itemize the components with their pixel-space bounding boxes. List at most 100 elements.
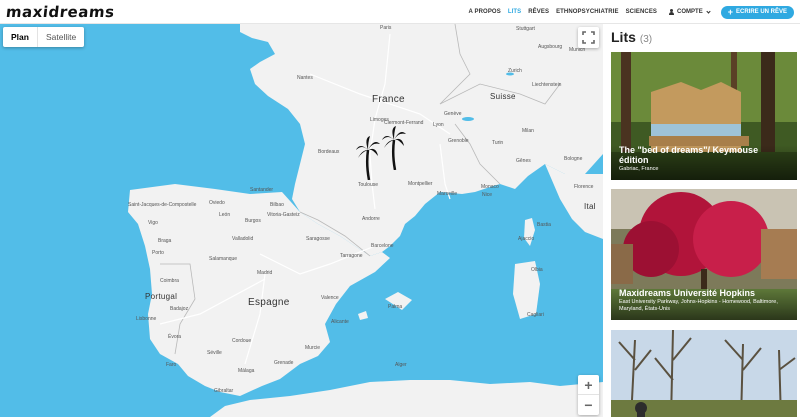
city-label: Saint-Jacques-de-Compostelle bbox=[128, 202, 197, 208]
logo[interactable]: maxidreams bbox=[5, 3, 115, 21]
user-icon bbox=[668, 8, 675, 16]
bed-card-location: East University Parkway, Johns-Hopkins -… bbox=[619, 299, 778, 312]
bed-card-caption: The "bed of dreams"/ Keymouse édition Ga… bbox=[611, 145, 797, 180]
city-label: Madrid bbox=[257, 270, 273, 276]
nav-ethnopsychiatry[interactable]: ETHNOPSYCHIATRIE bbox=[556, 9, 619, 15]
city-label: Marseille bbox=[437, 191, 458, 197]
city-label: León bbox=[219, 212, 231, 218]
city-label: Valladolid bbox=[232, 236, 254, 242]
city-label: Liechtenstein bbox=[532, 82, 562, 88]
city-label: Santander bbox=[250, 187, 274, 193]
bed-marker-palm-icon[interactable] bbox=[382, 126, 406, 170]
country-label-portugal: Portugal bbox=[145, 292, 178, 301]
city-label: Bologne bbox=[564, 156, 583, 162]
city-label: Grenade bbox=[274, 360, 294, 366]
city-label: Andorre bbox=[362, 216, 380, 222]
bed-card[interactable]: The "bed of dreams"/ Keymouse édition Ga… bbox=[611, 52, 797, 180]
country-label-france-text: France bbox=[372, 94, 405, 105]
chevron-down-icon bbox=[706, 8, 711, 14]
map-type-control: Plan Satellite bbox=[3, 27, 85, 47]
city-label: Florence bbox=[574, 184, 594, 190]
city-label: Bastia bbox=[537, 222, 551, 228]
map-type-satellite-button[interactable]: Satellite bbox=[38, 27, 84, 47]
write-dream-button[interactable]: + ECRIRE UN RÊVE bbox=[720, 5, 794, 19]
city-label: Coimbra bbox=[160, 278, 179, 284]
city-label: Monaco bbox=[481, 184, 499, 190]
city-label: Oviedo bbox=[209, 200, 225, 206]
nav-beds[interactable]: LITS bbox=[508, 9, 521, 15]
beds-count: (3) bbox=[639, 34, 653, 45]
map-base-layer bbox=[128, 24, 603, 417]
city-label: Lisbonne bbox=[136, 316, 157, 322]
city-label: Burgos bbox=[245, 218, 261, 224]
city-label: Zurich bbox=[508, 68, 522, 74]
fullscreen-icon bbox=[582, 31, 595, 44]
bed-marker-palm-icon[interactable] bbox=[356, 136, 380, 180]
city-label: Alicante bbox=[331, 319, 349, 325]
city-label: Toulouse bbox=[358, 182, 379, 188]
city-label: Cordoue bbox=[232, 338, 252, 344]
nav-about[interactable]: A PROPOS bbox=[469, 9, 501, 15]
city-label: Vigo bbox=[148, 220, 158, 226]
city-label: Gênes bbox=[516, 158, 531, 164]
city-label: Bilbao bbox=[270, 202, 284, 208]
fullscreen-button[interactable] bbox=[578, 27, 599, 48]
city-label: Lyon bbox=[433, 122, 444, 128]
city-label: Faro bbox=[166, 362, 177, 368]
plus-icon: + bbox=[727, 6, 733, 17]
bed-card-title: The "bed of dreams"/ Keymouse édition bbox=[619, 145, 759, 165]
city-label: Barcelone bbox=[371, 243, 394, 249]
city-label: Salamanque bbox=[209, 256, 238, 262]
top-navbar: maxidreams A PROPOS LITS RÊVES ETHNOPSYC… bbox=[0, 0, 800, 24]
write-dream-label: ECRIRE UN RÊVE bbox=[735, 9, 787, 15]
city-label: Braga bbox=[158, 238, 172, 244]
beds-list-panel: Lits (3) The "bed of dreams"/ Keymouse é… bbox=[603, 24, 800, 417]
city-label: Milan bbox=[522, 128, 534, 134]
city-label: Gibraltar bbox=[214, 388, 234, 394]
bed-card-title: Maxidreams Université Hopkins bbox=[619, 288, 756, 298]
city-label: Nantes bbox=[297, 75, 313, 81]
city-label: Olbia bbox=[531, 267, 543, 273]
bed-card-caption: Maxidreams Université Hopkins East Unive… bbox=[611, 288, 797, 320]
beds-list-header: Lits (3) bbox=[611, 29, 652, 45]
city-label: Valence bbox=[321, 295, 339, 301]
city-label: Grenoble bbox=[448, 138, 469, 144]
bed-card-photo bbox=[611, 330, 797, 417]
city-label: Badajoz bbox=[170, 306, 189, 312]
beds-list-title: Lits bbox=[611, 29, 636, 45]
city-label: Genève bbox=[444, 111, 462, 117]
nav-dreams[interactable]: RÊVES bbox=[528, 9, 549, 15]
city-label: Bordeaux bbox=[318, 149, 340, 155]
bed-card-location: Gabriac, France bbox=[619, 166, 659, 172]
city-label: Ajaccio bbox=[518, 236, 535, 242]
bed-card[interactable] bbox=[611, 330, 797, 417]
city-label: Évora bbox=[168, 334, 182, 340]
map[interactable]: France Suisse Espagne Portugal Ital Pari… bbox=[0, 24, 603, 417]
city-label: Cagliari bbox=[527, 312, 544, 318]
zoom-control: + − bbox=[578, 375, 599, 415]
city-label: Turin bbox=[492, 140, 504, 146]
city-label: Limoges bbox=[370, 117, 389, 123]
country-label-spain: Espagne bbox=[248, 297, 290, 308]
main-nav: A PROPOS LITS RÊVES ETHNOPSYCHIATRIE SCI… bbox=[469, 0, 794, 24]
bed-card[interactable]: Maxidreams Université Hopkins East Unive… bbox=[611, 189, 797, 320]
city-label: Málaga bbox=[238, 368, 255, 374]
account-menu[interactable]: COMPTE bbox=[668, 8, 711, 16]
account-label: COMPTE bbox=[677, 9, 703, 15]
city-label: Murcie bbox=[305, 345, 321, 351]
city-label: Nice bbox=[482, 192, 493, 198]
city-label: Porto bbox=[152, 250, 164, 256]
city-label: Palma bbox=[388, 304, 403, 310]
city-label: Saragosse bbox=[306, 236, 330, 242]
city-label: Vitoria-Gasteiz bbox=[267, 212, 300, 218]
city-label: Augsbourg bbox=[538, 44, 563, 50]
nav-sciences[interactable]: SCIENCES bbox=[626, 9, 657, 15]
city-label: Tarragone bbox=[340, 253, 363, 259]
zoom-in-button[interactable]: + bbox=[578, 375, 599, 395]
city-label: Montpellier bbox=[408, 181, 433, 187]
map-type-plan-button[interactable]: Plan bbox=[3, 27, 38, 47]
zoom-out-button[interactable]: − bbox=[578, 395, 599, 415]
city-label: Paris bbox=[380, 25, 392, 31]
city-label: Alger bbox=[395, 362, 407, 368]
city-label: Stuttgart bbox=[516, 26, 535, 32]
